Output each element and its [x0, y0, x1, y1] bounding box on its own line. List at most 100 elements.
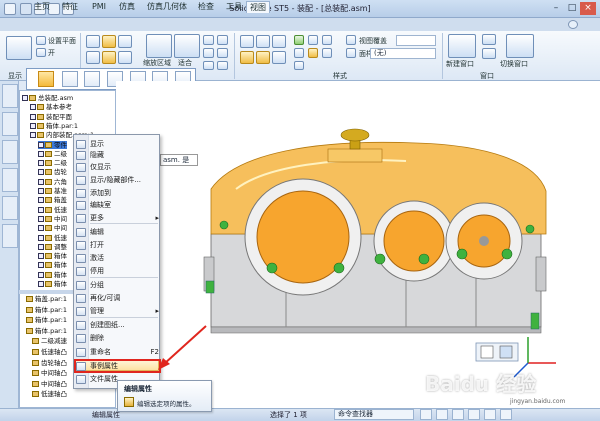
bolt-icon[interactable] [266, 262, 278, 274]
part-tree-item[interactable]: 二级减速 [32, 337, 67, 346]
close-icon[interactable]: × [580, 2, 596, 15]
feature-library-tab-icon[interactable] [2, 168, 18, 192]
layers-tab-icon[interactable] [2, 140, 18, 164]
shaded-edges-icon[interactable] [256, 51, 270, 64]
tree-item[interactable]: 零件 [38, 140, 67, 150]
menu-item[interactable]: 停用 [90, 266, 159, 277]
tree-item[interactable]: 箱盖 [38, 196, 67, 205]
tab-home[interactable]: 主页 [30, 1, 54, 13]
bolt-icon[interactable] [456, 248, 468, 260]
menu-item[interactable]: 显示 [90, 139, 159, 150]
tab-features[interactable]: 特征 [58, 1, 82, 13]
shaded-icon[interactable] [240, 51, 254, 64]
switch-window-label[interactable]: 切换窗口 [500, 59, 528, 69]
checkbox-icon[interactable] [38, 169, 44, 176]
view-reset-icon[interactable] [480, 345, 494, 359]
tree-item[interactable]: 低速 [38, 234, 67, 243]
checkbox-icon[interactable] [22, 95, 28, 101]
switch-window-icon[interactable] [506, 34, 534, 58]
tile-icon[interactable] [482, 48, 496, 59]
menu-item[interactable]: 打开 [90, 240, 159, 251]
view-overlay-dropdown[interactable] [396, 35, 436, 46]
bolt-icon[interactable] [418, 253, 430, 265]
spin-icon[interactable] [217, 48, 228, 58]
menu-item[interactable]: 创建图纸... [90, 320, 159, 331]
checkbox-icon[interactable] [30, 104, 36, 111]
right-view-icon[interactable] [102, 51, 116, 64]
fit-label[interactable]: 适合 [178, 58, 192, 68]
part-tree-item[interactable]: 箱体.par:1 [26, 327, 67, 336]
top-view-icon[interactable] [86, 51, 100, 64]
tree-item[interactable]: 基本参考 [30, 103, 72, 112]
bolt-icon[interactable] [219, 220, 229, 230]
menu-item[interactable]: 添加到 [90, 188, 159, 199]
tree-item[interactable]: 二级 [38, 159, 67, 168]
menu-item[interactable]: 分组 [90, 280, 159, 291]
tree-item[interactable]: 中间 [38, 224, 67, 233]
tree-item[interactable]: 六角 [38, 178, 67, 187]
floor-icon[interactable] [322, 35, 332, 45]
tree-item[interactable]: 箱体 [38, 271, 67, 280]
bottom-view-icon[interactable] [118, 51, 132, 64]
view-orient-icon[interactable] [500, 409, 512, 420]
cut-plane-label[interactable]: 设置平面 [48, 36, 76, 46]
tree-item[interactable]: 二级 [38, 150, 67, 159]
tree-item[interactable]: 调整 [38, 243, 67, 252]
face-style-icon[interactable] [346, 48, 356, 58]
part-tree-item[interactable]: 中间轴凸 [32, 380, 67, 389]
fit-view-icon[interactable] [468, 409, 480, 420]
checkbox-icon[interactable] [38, 188, 44, 194]
sensors-tab-icon[interactable] [2, 196, 18, 220]
checkbox-icon[interactable] [38, 178, 44, 185]
rotate-icon[interactable] [203, 48, 214, 58]
cascade-icon[interactable] [482, 34, 496, 45]
menu-item[interactable]: 激活 [90, 253, 159, 264]
hidden-edges-icon[interactable] [272, 35, 286, 48]
bolt-icon[interactable] [501, 248, 513, 260]
tab-tools[interactable]: 工具 [222, 1, 246, 13]
menu-item[interactable]: 管理 ▸ [90, 306, 159, 317]
minimize-icon[interactable]: – [548, 2, 564, 15]
tree-item[interactable]: 装配平面 [30, 113, 72, 122]
bolt-icon[interactable] [374, 253, 386, 265]
checkbox-icon[interactable] [38, 160, 44, 167]
zoom-icon[interactable] [203, 35, 214, 45]
perspective-icon[interactable] [308, 35, 318, 45]
menu-item[interactable]: 隐藏 [90, 150, 159, 161]
checkbox-icon[interactable] [38, 234, 44, 241]
restore-icon[interactable]: □ [564, 2, 580, 15]
new-window-label[interactable]: 新建窗口 [446, 59, 474, 69]
menu-item[interactable]: 编辑 [90, 227, 159, 238]
checkbox-icon[interactable] [38, 253, 44, 260]
checkbox-icon[interactable] [38, 215, 44, 222]
bolt-icon[interactable] [525, 224, 535, 234]
show-button-icon[interactable] [6, 36, 32, 60]
light-icon[interactable] [294, 35, 304, 45]
checkbox-icon[interactable] [30, 113, 36, 120]
tab-inspect[interactable]: 检查 [194, 1, 218, 13]
part-tree-item[interactable]: 齿轮轴凸 [32, 359, 67, 368]
tab-simulation[interactable]: 仿真 [114, 1, 140, 13]
parts-library-tab-icon[interactable] [2, 112, 18, 136]
checkbox-icon[interactable] [38, 281, 44, 287]
tree-item[interactable]: 箱体.par:1 [30, 122, 78, 131]
previous-view-icon[interactable] [203, 61, 214, 70]
menu-item[interactable]: 重命名 F2 [90, 347, 159, 358]
menu-item[interactable]: 再化/可调 [90, 293, 159, 304]
alerts-tab-icon[interactable] [2, 224, 18, 248]
fit-icon[interactable] [174, 34, 200, 58]
view-cube-icon[interactable] [86, 35, 100, 48]
tab-sim-geometry[interactable]: 仿真几何体 [144, 1, 190, 13]
select-tool-icon[interactable] [38, 71, 54, 87]
select-face-icon[interactable] [62, 71, 78, 87]
checkbox-icon[interactable] [38, 141, 44, 148]
texture-icon[interactable] [308, 48, 318, 58]
mid-speed-bore[interactable] [383, 210, 445, 272]
part-tree-item[interactable]: 箱盖.par:1 [26, 295, 67, 304]
zoom-icon[interactable] [420, 409, 432, 420]
part-tree-item[interactable]: 中间轴凸 [32, 369, 67, 378]
cut-plane-icon[interactable] [36, 36, 46, 45]
pan-icon[interactable] [436, 409, 448, 420]
sky-icon[interactable] [322, 48, 332, 58]
pan-icon[interactable] [217, 35, 228, 45]
